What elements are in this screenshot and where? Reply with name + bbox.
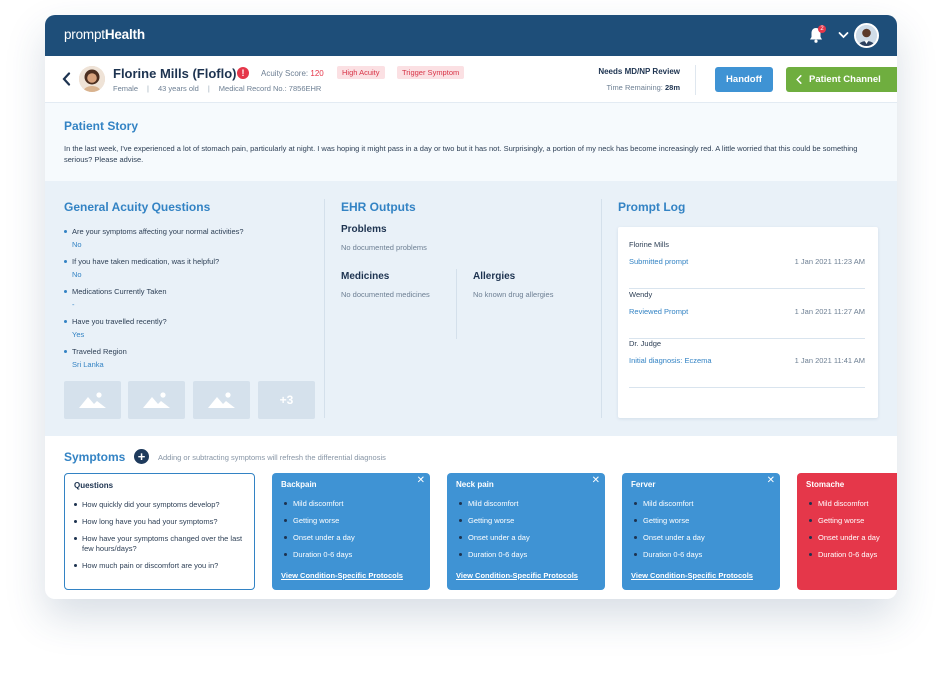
questions-card-title: Questions [74,481,114,490]
image-placeholder-icon [79,392,106,408]
question-item[interactable]: How quickly did your symptoms develop? [74,500,250,510]
patient-story-title: Patient Story [64,119,139,133]
acuity-question-item: Are your symptoms affecting your normal … [64,227,304,250]
back-arrow-icon[interactable] [62,72,71,86]
acuity-question-item: Medications Currently Taken - [64,287,304,310]
prompt-log-panel: Florine Mills Submitted prompt 1 Jan 202… [618,227,878,418]
symptom-detail: Onset under a day [284,533,355,543]
symptom-card-title: Backpain [281,480,317,489]
user-avatar[interactable] [854,23,879,48]
symptom-card-title: Ferver [631,480,656,489]
medicines-value: No documented medicines [341,290,430,299]
top-bar: promptHealth 2 [45,15,897,56]
symptom-detail: Onset under a day [634,533,705,543]
patient-story: Patient Story In the last week, I've exp… [45,103,897,181]
protocols-link[interactable]: View Condition-Specific Protocols [456,571,578,580]
column-divider [324,199,325,418]
acuity-questions-list: Are your symptoms affecting your normal … [64,227,304,377]
patient-age: 43 years old [157,84,199,93]
patient-story-text: In the last week, I've experienced a lot… [64,144,858,164]
patient-name: Florine Mills (Floflo) [113,66,237,81]
acuity-score: Acuity Score: 120 [261,69,324,78]
protocols-link[interactable]: View Condition-Specific Protocols [281,571,403,580]
ehr-outputs-title: EHR Outputs [341,200,416,214]
symptom-detail: Duration 0-6 days [284,550,355,560]
symptom-card-neck-pain: Neck pain ✕ Mild discomfort Getting wors… [447,473,605,590]
medical-record-number: Medical Record No.: 7856EHR [218,84,322,93]
patient-avatar [79,66,105,92]
patient-gender: Female [113,84,139,93]
symptom-detail: Duration 0-6 days [809,550,880,560]
acuity-questions-title: General Acuity Questions [64,200,211,214]
header-divider [695,65,696,95]
symptom-detail: Getting worse [809,516,880,526]
handoff-button[interactable]: Handoff [715,67,773,92]
symptom-detail: Duration 0-6 days [634,550,705,560]
patient-header: Florine Mills (Floflo) ! Acuity Score: 1… [45,56,897,103]
brand-logo[interactable]: promptHealth [64,27,145,42]
image-placeholder-icon [143,392,170,408]
patient-channel-button[interactable]: Patient Channel [786,67,897,92]
add-symptom-button[interactable]: + [134,449,149,464]
symptom-card-stomache: Stomache Mild discomfort Getting worse O… [797,473,897,590]
question-item[interactable]: How long have you had your symptoms? [74,517,250,527]
review-status: Needs MD/NP Review [598,67,680,76]
time-remaining: Time Remaining: 28m [606,83,680,92]
high-acuity-tag: High Acuity [337,66,385,79]
symptom-card-title: Neck pain [456,480,494,489]
log-entry: Dr. Judge Initial diagnosis: Eczema 1 Ja… [629,339,865,388]
patient-meta: Female | 43 years old | Medical Record No.: … [113,84,322,93]
more-images-button[interactable]: +3 [258,381,315,419]
notification-badge: 2 [818,25,826,33]
user-photo-icon [856,25,877,46]
problems-title: Problems [341,224,387,235]
image-placeholder-icon [208,392,235,408]
symptom-detail: Onset under a day [809,533,880,543]
question-item[interactable]: How have your symptoms changed over the … [74,534,250,554]
chevron-left-icon [796,75,802,84]
symptom-detail: Mild discomfort [809,499,880,509]
allergies-title: Allergies [473,271,516,282]
acuity-question-item: Traveled Region Sri Lanka [64,347,304,370]
column-divider [601,199,602,418]
acuity-question-item: Have you travelled recently? Yes [64,317,304,340]
image-thumbnail[interactable] [128,381,185,419]
medicines-title: Medicines [341,271,390,282]
prompt-log-title: Prompt Log [618,200,686,214]
problems-value: No documented problems [341,243,427,252]
alert-icon: ! [237,67,249,79]
questions-card: Questions How quickly did your symptoms … [64,473,255,590]
protocols-link[interactable]: View Condition-Specific Protocols [631,571,753,580]
symptom-detail: Mild discomfort [284,499,355,509]
symptom-card-title: Stomache [806,480,845,489]
symptoms-title: Symptoms [64,450,126,464]
log-entry: Wendy Reviewed Prompt 1 Jan 2021 11:27 A… [629,290,865,339]
close-icon[interactable]: ✕ [417,476,425,486]
symptom-detail: Getting worse [459,516,530,526]
question-item[interactable]: How much pain or discomfort are you in? [74,561,250,571]
allergies-value: No known drug allergies [473,290,554,299]
close-icon[interactable]: ✕ [592,476,600,486]
ehr-inner-divider [456,269,457,339]
symptom-detail: Onset under a day [459,533,530,543]
patient-photo-icon [79,66,105,92]
chevron-down-icon[interactable] [838,30,849,40]
app-window: promptHealth 2 Florine Mills (Floflo) ! … [45,15,897,599]
symptom-card-backpain: Backpain ✕ Mild discomfort Getting worse… [272,473,430,590]
trigger-symptom-tag: Trigger Symptom [397,66,465,79]
image-thumbnail[interactable] [64,381,121,419]
symptom-detail: Mild discomfort [459,499,530,509]
symptom-detail: Duration 0-6 days [459,550,530,560]
symptoms-section: Symptoms + Adding or subtracting symptom… [45,436,897,599]
symptoms-hint: Adding or subtracting symptoms will refr… [158,453,386,462]
close-icon[interactable]: ✕ [767,476,775,486]
image-thumbnail[interactable] [193,381,250,419]
symptom-detail: Getting worse [634,516,705,526]
log-entry: Florine Mills Submitted prompt 1 Jan 202… [629,240,865,289]
symptom-detail: Getting worse [284,516,355,526]
symptom-card-ferver: Ferver ✕ Mild discomfort Getting worse O… [622,473,780,590]
symptom-detail: Mild discomfort [634,499,705,509]
acuity-question-item: If you have taken medication, was it hel… [64,257,304,280]
